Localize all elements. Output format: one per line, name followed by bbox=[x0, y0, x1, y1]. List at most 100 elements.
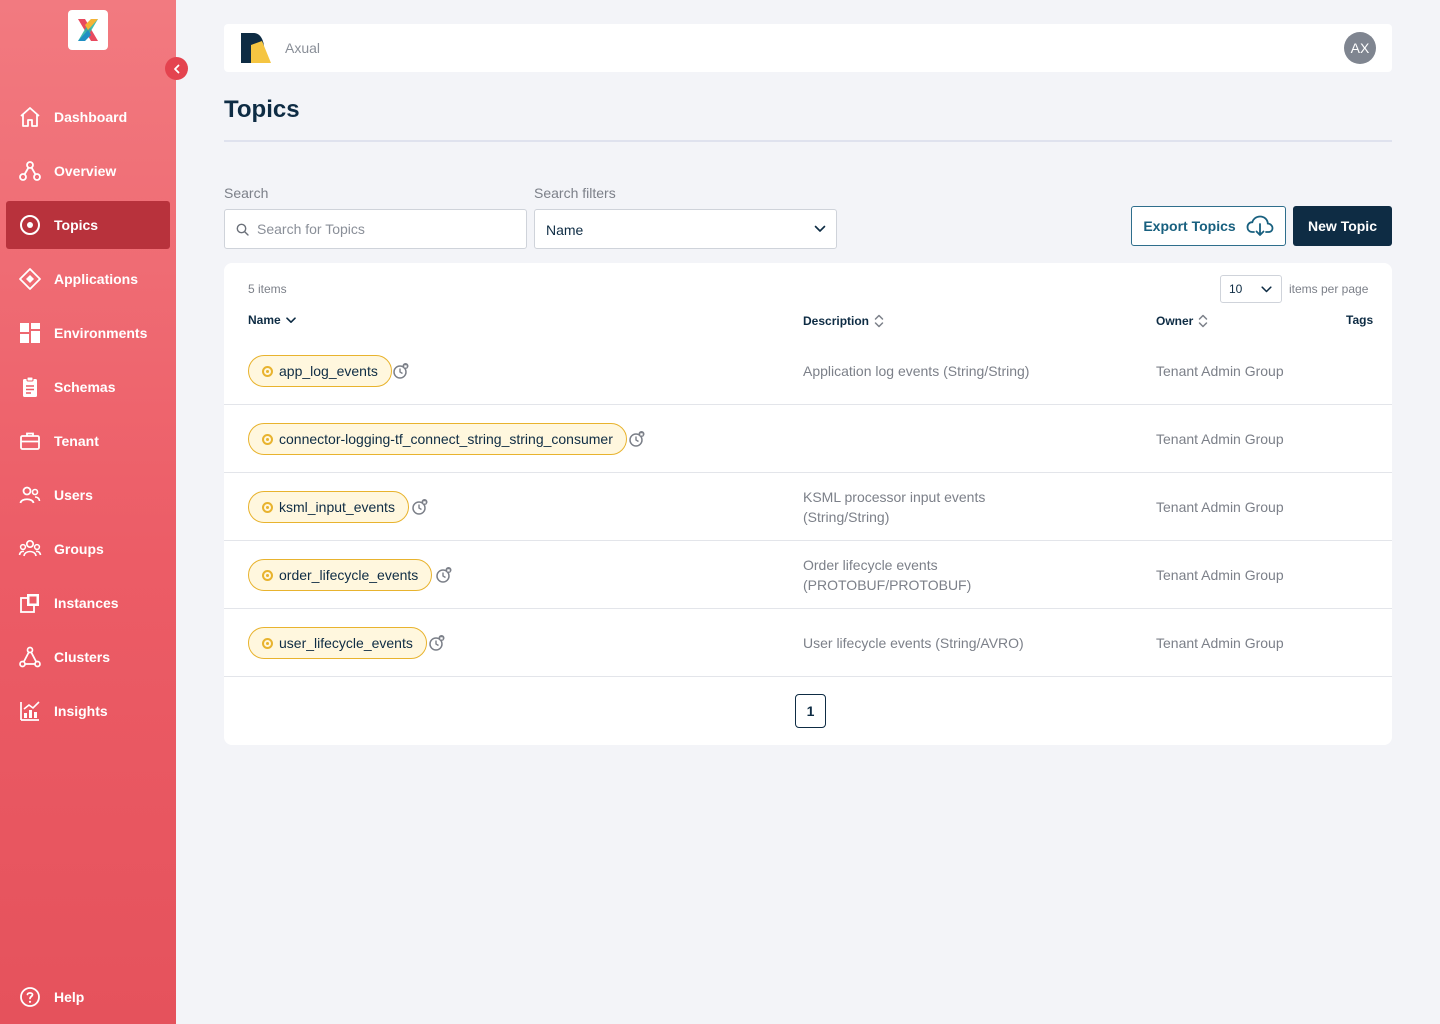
sidebar-item-users[interactable]: Users bbox=[6, 471, 170, 519]
sidebar-item-environments[interactable]: Environments bbox=[6, 309, 170, 357]
topic-owner: Tenant Admin Group bbox=[1156, 634, 1284, 651]
sort-desc-icon bbox=[285, 316, 296, 323]
sidebar-item-schemas[interactable]: Schemas bbox=[6, 363, 170, 411]
topic-description: Application log events (String/String) bbox=[803, 362, 1030, 379]
topic-icon bbox=[262, 433, 273, 445]
table-row[interactable]: user_lifecycle_events User lifecycle eve… bbox=[224, 609, 1392, 677]
search-label: Search bbox=[224, 185, 269, 201]
column-header-owner[interactable]: Owner bbox=[1156, 313, 1208, 329]
column-header-label: Tags bbox=[1346, 313, 1374, 327]
column-header-label: Owner bbox=[1156, 314, 1194, 328]
topic-name: app_log_events bbox=[279, 362, 378, 379]
export-topics-button[interactable]: Export Topics bbox=[1131, 206, 1286, 246]
topic-owner: Tenant Admin Group bbox=[1156, 566, 1284, 583]
items-per-page-label: items per page bbox=[1289, 282, 1369, 296]
avatar[interactable]: AX bbox=[1344, 32, 1376, 64]
sidebar: Dashboard Overview Topics Applications E… bbox=[0, 0, 188, 1024]
column-header-name[interactable]: Name bbox=[248, 313, 296, 327]
sidebar-item-instances[interactable]: Instances bbox=[6, 579, 170, 627]
sidebar-item-label: Groups bbox=[54, 541, 104, 557]
tenant-name: Axual bbox=[285, 40, 321, 56]
search-input[interactable] bbox=[257, 210, 517, 248]
sidebar-item-groups[interactable]: Groups bbox=[6, 525, 170, 573]
top-bar: Axual AX bbox=[224, 24, 1392, 72]
table-row[interactable]: order_lifecycle_events Order lifecycle e… bbox=[224, 541, 1392, 609]
schemas-icon bbox=[23, 376, 37, 397]
page-title: Topics bbox=[224, 96, 300, 123]
sidebar-item-label: Clusters bbox=[54, 649, 111, 665]
tenant-icon bbox=[20, 432, 40, 450]
sidebar-item-label: Applications bbox=[54, 271, 139, 287]
column-header-label: Description bbox=[803, 314, 870, 328]
clusters-icon bbox=[19, 646, 41, 668]
chevron-down-icon bbox=[814, 225, 826, 232]
topic-name: connector-logging-tf_connect_string_stri… bbox=[279, 430, 613, 447]
items-per-page-value: 10 bbox=[1229, 282, 1243, 296]
help-icon bbox=[20, 987, 40, 1007]
title-divider bbox=[224, 140, 1392, 142]
topics-icon bbox=[20, 215, 40, 235]
topic-name: order_lifecycle_events bbox=[279, 566, 419, 583]
restricted-access-icon[interactable] bbox=[435, 566, 453, 584]
topics-table: 5 items 10 items per page Name Descripti… bbox=[224, 263, 1392, 745]
topic-icon bbox=[262, 637, 273, 649]
topic-pill[interactable]: order_lifecycle_events bbox=[248, 558, 433, 591]
restricted-access-icon[interactable] bbox=[392, 362, 410, 380]
sort-icon bbox=[874, 314, 884, 328]
column-header-tags: Tags bbox=[1346, 313, 1373, 327]
topic-pill[interactable]: app_log_events bbox=[248, 354, 392, 387]
sidebar-item-clusters[interactable]: Clusters bbox=[6, 633, 170, 681]
restricted-access-icon[interactable] bbox=[428, 634, 446, 652]
cloud-download-icon bbox=[1246, 215, 1274, 236]
items-per-page-select[interactable]: 10 bbox=[1220, 275, 1282, 303]
topic-pill[interactable]: user_lifecycle_events bbox=[248, 626, 427, 659]
sidebar-item-insights[interactable]: Insights bbox=[6, 687, 170, 735]
items-count: 5 items bbox=[248, 282, 287, 296]
sidebar-item-label: Dashboard bbox=[54, 109, 128, 125]
collapse-sidebar-button[interactable] bbox=[165, 57, 188, 80]
topic-description: KSML processor input events (String/Stri… bbox=[803, 488, 986, 525]
app-logo[interactable] bbox=[68, 10, 108, 50]
axual-logo-icon bbox=[78, 19, 98, 41]
sidebar-item-label: Schemas bbox=[54, 379, 116, 395]
search-filter-select[interactable]: Name bbox=[534, 209, 837, 249]
topic-description: Order lifecycle events (PROTOBUF/PROTOBU… bbox=[803, 556, 972, 593]
sidebar-item-label: Overview bbox=[54, 163, 117, 179]
sidebar-item-applications[interactable]: Applications bbox=[6, 255, 170, 303]
new-topic-button[interactable]: New Topic bbox=[1293, 206, 1392, 246]
restricted-access-icon[interactable] bbox=[411, 498, 429, 516]
search-filters-label: Search filters bbox=[534, 185, 616, 201]
topic-owner: Tenant Admin Group bbox=[1156, 362, 1284, 379]
topic-icon bbox=[262, 365, 273, 377]
table-row[interactable]: ksml_input_events KSML processor input e… bbox=[224, 473, 1392, 541]
sidebar-item-label: Topics bbox=[54, 217, 99, 233]
insights-icon bbox=[20, 701, 40, 721]
topic-pill[interactable]: ksml_input_events bbox=[248, 490, 409, 523]
applications-icon bbox=[19, 268, 41, 290]
pagination-page-button[interactable]: 1 bbox=[795, 694, 826, 728]
sidebar-item-label: Help bbox=[54, 989, 85, 1005]
topic-pill[interactable]: connector-logging-tf_connect_string_stri… bbox=[248, 422, 627, 455]
table-row[interactable]: connector-logging-tf_connect_string_stri… bbox=[224, 405, 1392, 473]
sidebar-item-topics[interactable]: Topics bbox=[6, 201, 170, 249]
sidebar-item-overview[interactable]: Overview bbox=[6, 147, 170, 195]
column-header-description[interactable]: Description bbox=[803, 313, 884, 329]
instances-icon bbox=[20, 594, 39, 613]
topic-name: ksml_input_events bbox=[279, 498, 395, 515]
topic-description: User lifecycle events (String/AVRO) bbox=[803, 634, 1024, 651]
sidebar-item-label: Instances bbox=[54, 595, 119, 611]
topic-owner: Tenant Admin Group bbox=[1156, 430, 1284, 447]
home-icon bbox=[20, 107, 40, 127]
sidebar-item-dashboard[interactable]: Dashboard bbox=[6, 93, 170, 141]
restricted-access-icon[interactable] bbox=[628, 430, 646, 448]
sidebar-item-label: Environments bbox=[54, 325, 148, 341]
table-row[interactable]: app_log_events Application log events (S… bbox=[224, 337, 1392, 405]
column-header-label: Name bbox=[248, 313, 281, 327]
tenant-logo-icon[interactable] bbox=[240, 32, 272, 64]
search-field[interactable] bbox=[224, 209, 527, 249]
sidebar-item-label: Insights bbox=[54, 703, 108, 719]
sidebar-item-help[interactable]: Help bbox=[6, 973, 170, 1021]
sidebar-item-label: Tenant bbox=[54, 433, 99, 449]
groups-icon bbox=[18, 539, 42, 557]
sidebar-item-tenant[interactable]: Tenant bbox=[6, 417, 170, 465]
